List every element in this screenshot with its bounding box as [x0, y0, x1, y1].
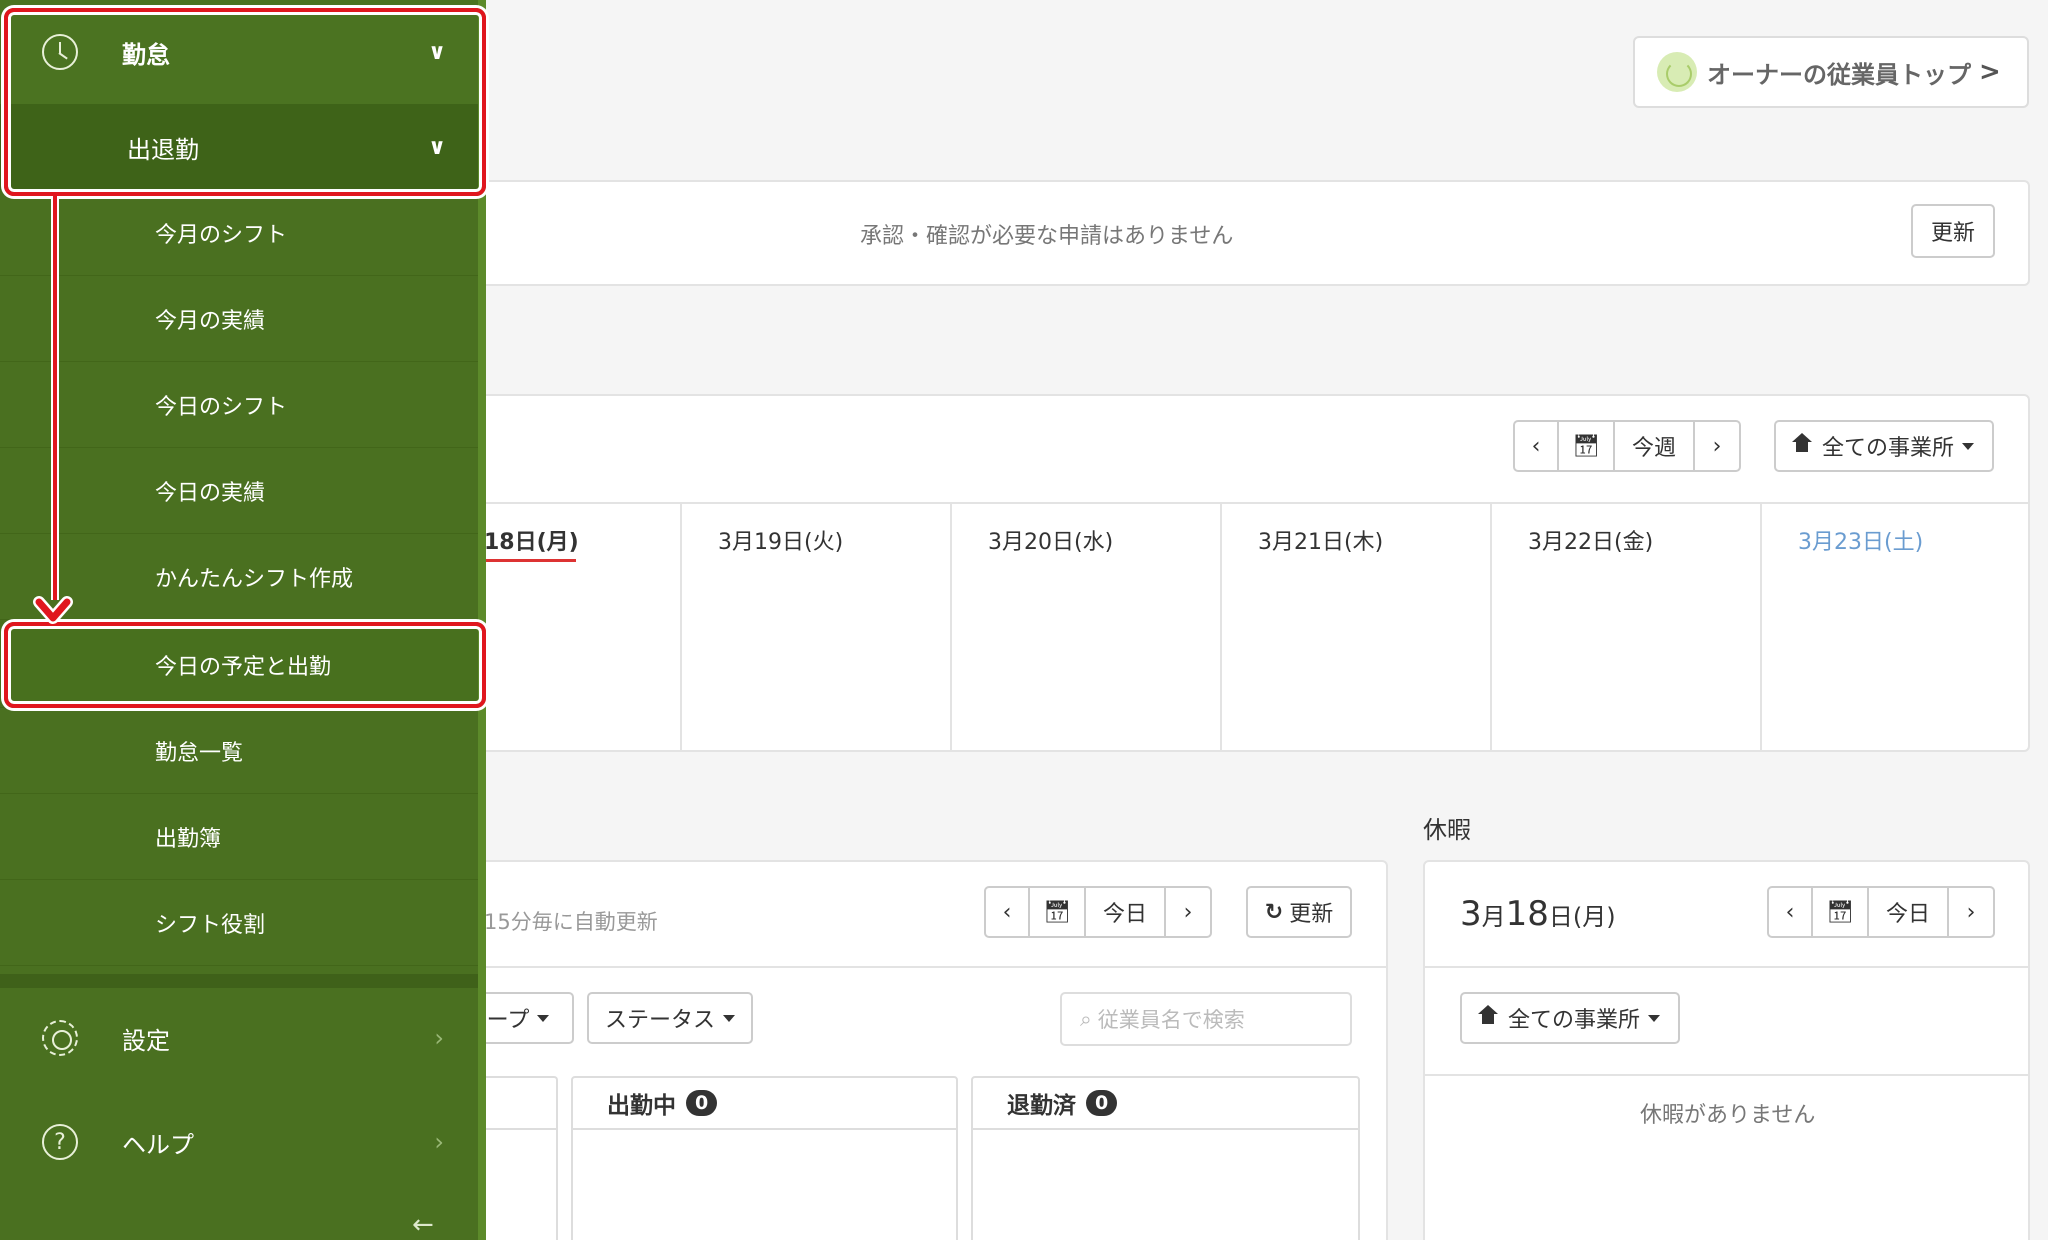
count-badge: 0 [686, 1090, 718, 1116]
sidebar-item-month-results[interactable]: 今月の実績 [0, 276, 478, 362]
caret-down-icon [1648, 1014, 1660, 1022]
divider [440, 966, 1388, 968]
sidebar-item-settings[interactable]: 設定 › [0, 986, 478, 1090]
day-column[interactable]: 3月20日(水) [950, 504, 1220, 750]
sidebar-item-attendance-book[interactable]: 出勤簿 [0, 794, 478, 880]
calendar-icon[interactable]: 📅︎ [1559, 422, 1615, 470]
status-column-working: 出勤中 0 [571, 1076, 958, 1240]
day-next-button[interactable]: › [1166, 888, 1210, 936]
day-column[interactable]: 3月21日(木) [1220, 504, 1490, 750]
status-column-left: 退勤済 0 [971, 1076, 1360, 1240]
highlight-box-target [4, 622, 486, 708]
status-column-header: 退勤済 0 [973, 1078, 1358, 1130]
sidebar-item-today-results[interactable]: 今日の実績 [0, 448, 478, 534]
sidebar-item-label: 今日の実績 [155, 480, 266, 506]
smile-icon [1657, 52, 1697, 92]
sidebar-item-label: 今月のシフト [155, 222, 288, 248]
owner-employee-top-button[interactable]: オーナーの従業員トップ > [1633, 36, 2029, 108]
vacation-today-button[interactable]: 今日 [1869, 888, 1949, 936]
day-column[interactable]: 3月22日(金) [1490, 504, 1760, 750]
week-next-button[interactable]: › [1695, 422, 1739, 470]
attendance-refresh-button[interactable]: ↻ 更新 [1246, 886, 1352, 938]
vacation-prev-button[interactable]: ‹ [1769, 888, 1813, 936]
annotation-arrow-line [51, 196, 59, 600]
sidebar-item-month-shift[interactable]: 今月のシフト [0, 190, 478, 276]
sidebar-item-label: 今日のシフト [155, 394, 288, 420]
owner-button-label: オーナーの従業員トップ [1707, 60, 1971, 89]
column-title: 退勤済 [1007, 1093, 1076, 1119]
vacation-empty-text: 休暇がありません [1640, 1103, 1816, 1128]
status-filter-select[interactable]: ステータス [587, 992, 753, 1044]
requests-empty-text: 承認・確認が必要な申請はありません [860, 224, 1234, 249]
vacation-month-unit: 月 [1481, 903, 1506, 931]
week-today-button[interactable]: 今週 [1615, 422, 1695, 470]
refresh-label: 更新 [1289, 902, 1334, 927]
day-label-saturday: 3月23日(土) [1798, 530, 1924, 555]
attendance-day-navigation: ‹ 📅︎ 今日 › [984, 886, 1212, 938]
sidebar-item-label: 出勤簿 [155, 826, 222, 852]
week-navigation: ‹ 📅︎ 今週 › [1513, 420, 1741, 472]
sidebar-item-shift-roles[interactable]: シフト役割 [0, 880, 478, 966]
status-column-header: 出勤中 0 [573, 1078, 956, 1130]
day-label: 3月21日(木) [1258, 530, 1384, 555]
home-icon [1477, 1005, 1498, 1025]
day-today-button[interactable]: 今日 [1086, 888, 1166, 936]
day-label: 3月22日(金) [1528, 530, 1654, 555]
chevron-right-icon: › [434, 1024, 444, 1052]
sidebar-item-label: 勤怠一覧 [155, 740, 244, 766]
caret-down-icon [537, 1014, 550, 1022]
calendar-icon[interactable]: 📅︎ [1030, 888, 1086, 936]
day-column[interactable]: 3月23日(土) [1760, 504, 2028, 750]
day-label: 3月20日(水) [988, 530, 1114, 555]
sidebar-item-label: 設定 [122, 1026, 170, 1055]
location-select-label: 全ての事業所 [1821, 436, 1954, 461]
requests-card [440, 180, 2030, 286]
vacation-day: 18 [1505, 894, 1549, 934]
day-prev-button[interactable]: ‹ [986, 888, 1030, 936]
location-select[interactable]: 全ての事業所 [1774, 420, 1994, 472]
search-icon: ⌕ [1080, 1006, 1092, 1031]
status-filter-label: ステータス [604, 1008, 715, 1033]
vacation-weekday: (月) [1572, 903, 1616, 931]
week-prev-button[interactable]: ‹ [1515, 422, 1559, 470]
caret-down-icon [723, 1014, 735, 1022]
search-placeholder: 従業員名で検索 [1097, 1008, 1245, 1032]
requests-refresh-button[interactable]: 更新 [1911, 204, 1995, 258]
vacation-day-navigation: ‹ 📅︎ 今日 › [1767, 886, 1995, 938]
chevron-right-icon: > [1979, 57, 2001, 87]
collapse-sidebar-arrow-icon[interactable]: ← [412, 1210, 434, 1240]
employee-search-input[interactable]: ⌕ 従業員名で検索 [1060, 992, 1352, 1046]
vacation-day-unit: 日 [1548, 903, 1573, 931]
vacation-next-button[interactable]: › [1949, 888, 1993, 936]
sidebar-item-attendance-list[interactable]: 勤怠一覧 [0, 708, 478, 794]
vacation-title: 休暇 [1423, 816, 1471, 844]
sidebar-item-label: シフト役割 [155, 912, 266, 938]
sidebar-item-help[interactable]: ? ヘルプ › [0, 1090, 478, 1194]
highlight-box-menu [4, 8, 486, 196]
vacation-month: 3 [1460, 894, 1482, 934]
arrow-down-icon [33, 596, 73, 624]
day-label: 18日(月) [484, 530, 579, 555]
sidebar-item-label: 今月の実績 [155, 308, 266, 334]
divider [1423, 966, 2030, 968]
auto-refresh-text: 15分毎に自動更新 [484, 910, 658, 934]
vacation-location-select[interactable]: 全ての事業所 [1460, 992, 1680, 1044]
day-label: 3月19日(火) [718, 530, 844, 555]
help-icon: ? [42, 1124, 78, 1160]
sidebar-item-label: ヘルプ [122, 1130, 194, 1159]
vacation-date: 3月18日(月) [1460, 894, 1616, 934]
gear-icon [42, 1020, 78, 1056]
calendar-icon[interactable]: 📅︎ [1813, 888, 1869, 936]
divider [1423, 1074, 2030, 1076]
sidebar-item-today-shift[interactable]: 今日のシフト [0, 362, 478, 448]
day-column[interactable]: 3月19日(火) [680, 504, 950, 750]
sidebar-item-label: かんたんシフト作成 [155, 566, 354, 592]
home-icon [1791, 433, 1812, 453]
chevron-right-icon: › [434, 1128, 444, 1156]
column-title: 出勤中 [607, 1093, 676, 1119]
count-badge: 0 [1086, 1090, 1118, 1116]
caret-down-icon [1962, 442, 1974, 450]
location-select-label: 全ての事業所 [1507, 1008, 1640, 1033]
refresh-icon: ↻ [1264, 899, 1284, 925]
